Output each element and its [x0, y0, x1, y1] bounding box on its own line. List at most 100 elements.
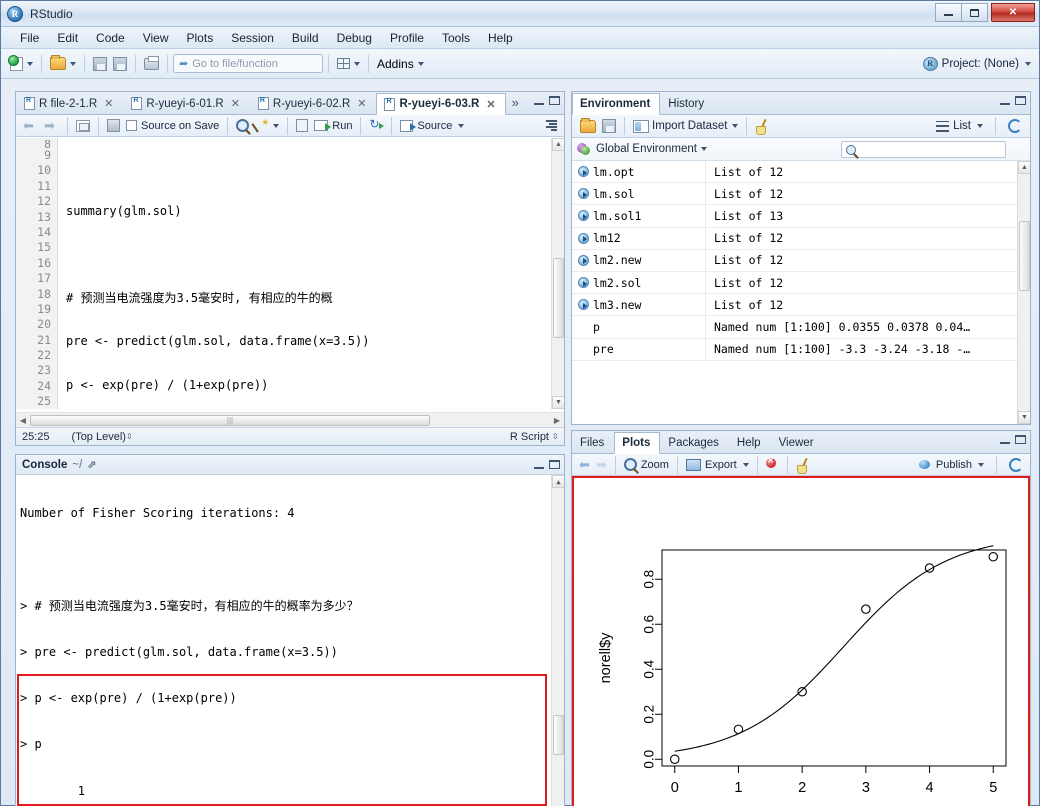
tab-help[interactable]: Help: [729, 431, 771, 453]
show-in-new-window-button[interactable]: [73, 118, 93, 134]
hscrollbar-thumb[interactable]: |||: [30, 414, 430, 426]
find-replace-button[interactable]: [233, 117, 252, 134]
scrollbar-thumb[interactable]: [553, 715, 564, 755]
table-row[interactable]: lm.opt List of 12: [572, 161, 1030, 184]
tab-packages[interactable]: Packages: [660, 431, 729, 453]
environment-vertical-scrollbar[interactable]: ▲ ▼: [1017, 161, 1030, 424]
expand-icon[interactable]: [578, 299, 589, 311]
expand-icon[interactable]: [578, 254, 589, 266]
source-button[interactable]: Source: [397, 118, 467, 134]
addins-button[interactable]: Addins: [374, 55, 427, 73]
file-type-selector[interactable]: R Script: [510, 431, 549, 443]
scroll-up-icon[interactable]: ▲: [552, 475, 564, 488]
refresh-environment-button[interactable]: [1005, 117, 1025, 135]
scrollbar-thumb[interactable]: [1019, 221, 1030, 291]
expand-icon[interactable]: [578, 232, 589, 244]
scrollbar-thumb[interactable]: [553, 258, 564, 338]
menu-help[interactable]: Help: [479, 29, 522, 47]
scroll-down-icon[interactable]: ▼: [552, 396, 564, 409]
save-workspace-button[interactable]: [599, 117, 619, 135]
scroll-up-icon[interactable]: ▲: [1018, 161, 1030, 174]
scroll-down-icon[interactable]: ▼: [1018, 411, 1030, 424]
minimize-pane-icon[interactable]: [1000, 436, 1010, 444]
tab-environment[interactable]: Environment: [572, 93, 661, 115]
maximize-pane-icon[interactable]: [1015, 435, 1026, 444]
scroll-right-icon[interactable]: ▶: [550, 416, 564, 425]
source-tab-r-file-2-1[interactable]: R file-2-1.R ✕: [16, 92, 123, 114]
code-scope-selector[interactable]: (Top Level): [72, 431, 126, 443]
view-mode-selector[interactable]: List: [933, 118, 986, 134]
expand-icon[interactable]: [578, 210, 589, 222]
zoom-plot-button[interactable]: Zoom: [621, 456, 672, 473]
open-file-button[interactable]: [47, 55, 79, 72]
maximize-pane-icon[interactable]: [1015, 96, 1026, 105]
plot-display-area[interactable]: 0.00.20.40.60.8 012345 norell$x norell$y: [572, 476, 1030, 806]
editor-vertical-scrollbar[interactable]: ▲ ▼: [551, 138, 564, 409]
goto-file-function-input[interactable]: ➦ Go to file/function: [173, 54, 323, 73]
tab-history[interactable]: History: [660, 92, 714, 114]
maximize-pane-icon[interactable]: [549, 460, 560, 469]
menu-view[interactable]: View: [134, 29, 178, 47]
menu-tools[interactable]: Tools: [433, 29, 479, 47]
previous-plot-button[interactable]: ⬅: [576, 456, 593, 473]
console-vertical-scrollbar[interactable]: ▲ ▼: [551, 475, 564, 806]
table-row[interactable]: pre Named num [1:100] -3.3 -3.24 -3.18 -…: [572, 338, 1030, 361]
expand-icon[interactable]: [578, 188, 589, 200]
expand-icon[interactable]: [578, 166, 589, 178]
load-workspace-button[interactable]: [577, 117, 599, 135]
tab-plots[interactable]: Plots: [614, 432, 661, 454]
import-dataset-button[interactable]: Import Dataset: [630, 118, 741, 135]
close-tab-icon[interactable]: ✕: [486, 98, 495, 111]
menu-edit[interactable]: Edit: [48, 29, 87, 47]
forward-button[interactable]: ➡: [41, 117, 62, 134]
environment-search-input[interactable]: [841, 141, 1006, 158]
source-tab-r-yueyi-6-03[interactable]: R-yueyi-6-03.R ✕: [376, 93, 506, 115]
scroll-left-icon[interactable]: ◀: [16, 416, 30, 425]
menu-plots[interactable]: Plots: [178, 29, 223, 47]
document-outline-button[interactable]: [541, 118, 560, 133]
minimize-pane-icon[interactable]: [534, 97, 544, 105]
menu-profile[interactable]: Profile: [381, 29, 433, 47]
close-tab-icon[interactable]: ✕: [104, 97, 113, 110]
maximize-button[interactable]: [961, 3, 988, 22]
table-row[interactable]: lm.sol1 List of 13: [572, 205, 1030, 228]
table-row[interactable]: lm2.new List of 12: [572, 249, 1030, 272]
export-plot-button[interactable]: Export: [683, 457, 752, 473]
next-plot-button[interactable]: ➡: [593, 456, 610, 473]
menu-code[interactable]: Code: [87, 29, 134, 47]
table-row[interactable]: p Named num [1:100] 0.0355 0.0378 0.04…: [572, 316, 1030, 339]
print-button[interactable]: [141, 55, 162, 72]
new-file-button[interactable]: [7, 54, 36, 73]
save-document-button[interactable]: [104, 117, 123, 134]
tab-viewer[interactable]: Viewer: [771, 431, 824, 453]
tab-files[interactable]: Files: [572, 431, 614, 453]
view-in-pane-icon[interactable]: ⇗: [87, 458, 96, 471]
save-all-button[interactable]: [110, 55, 130, 73]
close-tab-icon[interactable]: ✕: [357, 97, 366, 110]
table-row[interactable]: lm.sol List of 12: [572, 183, 1030, 206]
scroll-up-icon[interactable]: ▲: [552, 138, 564, 151]
code-tools-button[interactable]: [252, 117, 282, 135]
close-tab-icon[interactable]: ✕: [231, 97, 240, 110]
publish-button[interactable]: Publish: [915, 456, 987, 473]
tab-overflow-button[interactable]: »: [506, 91, 525, 114]
source-editor-body[interactable]: 8 9 10 11 12 13 14 15 16 17 18 19 20 21 …: [16, 138, 564, 409]
menu-session[interactable]: Session: [222, 29, 283, 47]
minimize-pane-icon[interactable]: [534, 461, 544, 469]
table-row[interactable]: lm2.sol List of 12: [572, 271, 1030, 295]
environment-scope-selector[interactable]: Global Environment: [596, 143, 697, 155]
compile-report-button[interactable]: [293, 117, 311, 134]
run-button[interactable]: Run: [311, 118, 355, 134]
console-output-body[interactable]: Number of Fisher Scoring iterations: 4 >…: [16, 475, 564, 806]
code-text-area[interactable]: summary(glm.sol) # 预测当电流强度为3.5毫安时, 有相应的牛…: [58, 138, 551, 409]
refresh-plot-button[interactable]: [1006, 456, 1026, 474]
remove-plot-button[interactable]: [763, 456, 782, 473]
rerun-button[interactable]: [366, 117, 386, 134]
menu-file[interactable]: File: [11, 29, 48, 47]
source-on-save-checkbox[interactable]: Source on Save: [123, 118, 222, 134]
back-button[interactable]: ⬅: [20, 117, 41, 134]
source-tab-r-yueyi-6-02[interactable]: R-yueyi-6-02.R ✕: [250, 92, 377, 114]
table-row[interactable]: lm12 List of 12: [572, 227, 1030, 250]
editor-horizontal-scrollbar[interactable]: ◀ ||| ▶: [16, 412, 564, 427]
maximize-pane-icon[interactable]: [549, 96, 560, 105]
